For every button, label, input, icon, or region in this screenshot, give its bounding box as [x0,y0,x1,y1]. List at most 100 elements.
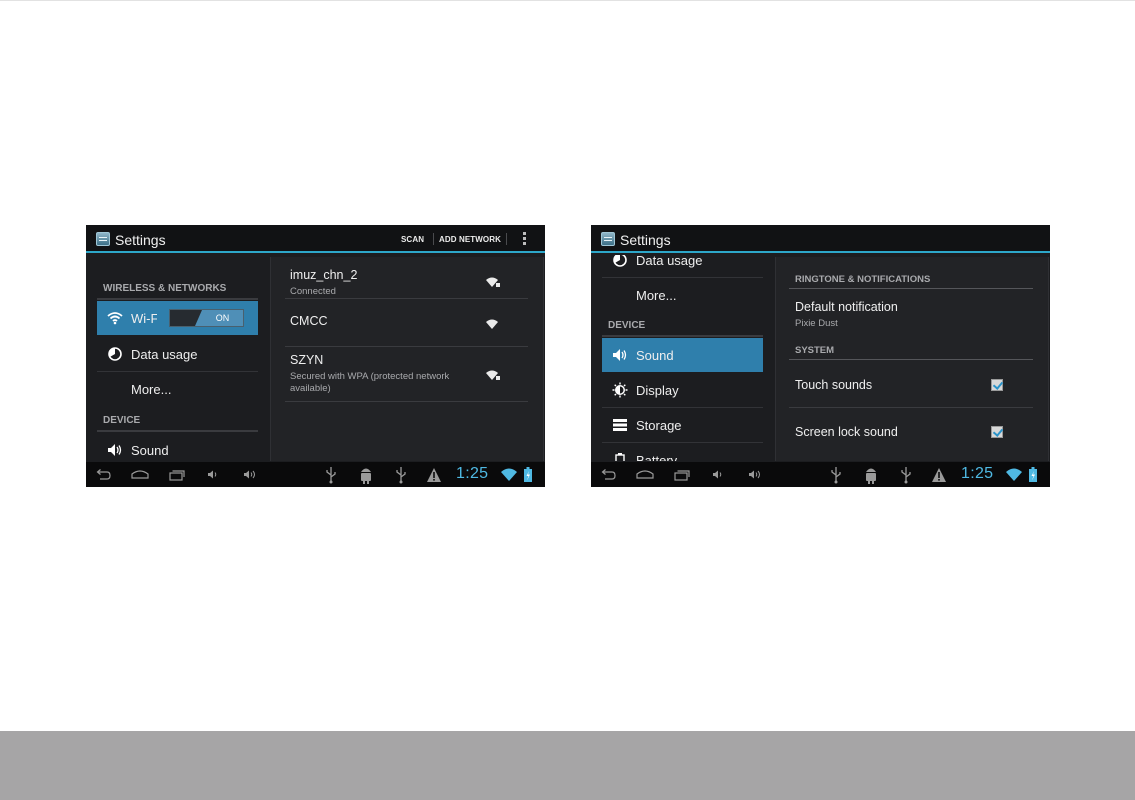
sidebar-item-sound[interactable]: Sound [602,338,763,372]
settings-app-icon[interactable] [96,232,110,246]
action-separator [433,233,434,245]
sidebar-item-label: Sound [131,443,169,458]
sidebar-item-storage[interactable]: Storage [602,408,763,442]
toggle-state-on: ON [195,310,243,326]
sidebar-item-battery[interactable]: Battery [602,443,763,461]
settings-categories: WIRELESS & NETWORKS Wi-Fi ON [97,255,258,461]
sidebar-item-label: More... [131,382,172,397]
brightness-icon [612,382,628,398]
wifi-icon [486,319,498,329]
wifi-network-list: imuz_chn_2 Connected CMCC SZYN Secured w… [270,257,544,461]
usb-icon [901,467,911,484]
screen-lock-sound-checkbox[interactable] [991,426,1003,438]
section-header-device: DEVICE [608,320,646,331]
sidebar-item-label: Storage [636,418,682,433]
back-icon[interactable] [599,462,617,487]
sidebar-item-data-usage[interactable]: Data usage [602,255,763,277]
section-header-ringtone: RINGTONE & NOTIFICATIONS [795,274,931,285]
section-header-device: DEVICE [103,415,141,426]
home-icon[interactable] [130,462,150,487]
sidebar-item-label: More... [636,288,677,303]
action-bar: Settings [591,225,1050,253]
back-icon[interactable] [94,462,112,487]
network-status: Connected [290,286,336,297]
clock: 1:25 [961,465,994,482]
android-debug-icon [361,468,371,484]
network-name: CMCC [290,314,328,328]
wifi-locked-icon [486,277,500,287]
settings-app-icon[interactable] [601,232,615,246]
settings-categories: Data usage More... DEVICE Sound Display … [602,255,763,461]
speaker-icon [108,444,122,456]
sidebar-item-label: Wi-Fi [131,311,157,326]
warning-icon [932,468,946,482]
wifi-status-icon [501,468,517,481]
app-title: Settings [115,232,166,248]
sound-preferences: RINGTONE & NOTIFICATIONS Default notific… [775,257,1049,461]
app-title: Settings [620,232,671,248]
recent-apps-icon[interactable] [168,462,186,487]
section-header-system: SYSTEM [795,345,835,356]
home-icon[interactable] [635,462,655,487]
pref-title: Touch sounds [795,378,873,392]
action-bar: Settings SCAN ADD NETWORK [86,225,545,253]
pref-title: Default notification [795,300,898,314]
volume-down-icon[interactable] [206,462,220,487]
section-rule [97,430,258,432]
system-bar: 1:25 [86,462,545,487]
sidebar-item-label: Sound [636,348,674,363]
network-item[interactable]: SZYN Secured with WPA (protected network… [285,347,528,402]
pref-touch-sounds[interactable]: Touch sounds [776,360,1048,407]
section-header-wireless: WIRELESS & NETWORKS [103,283,227,294]
top-rule [0,0,1135,1]
sidebar-item-wifi[interactable]: Wi-Fi ON [97,301,258,335]
usb-icon [831,467,841,484]
usb-icon [326,467,336,484]
storage-icon [613,419,627,431]
divider [285,401,528,402]
volume-down-icon[interactable] [711,462,725,487]
data-usage-icon [613,255,627,267]
wifi-icon [107,312,123,325]
battery-icon [524,467,532,482]
sidebar-item-more[interactable]: More... [602,278,763,312]
sidebar-item-sound[interactable]: Sound [97,433,258,461]
network-item[interactable]: imuz_chn_2 Connected [285,257,528,299]
overflow-menu-icon[interactable] [523,232,527,247]
network-name: imuz_chn_2 [290,268,358,282]
system-bar: 1:25 [591,462,1050,487]
add-network-button[interactable]: ADD NETWORK [439,235,501,244]
action-separator [506,233,507,245]
usb-icon [396,467,406,484]
wifi-settings-screen: Settings SCAN ADD NETWORK WIRELESS & NET… [86,225,545,487]
wifi-toggle[interactable]: ON [169,309,244,327]
scan-button[interactable]: SCAN [401,235,424,244]
volume-up-icon[interactable] [242,462,258,487]
clock: 1:25 [456,465,489,482]
sidebar-item-label: Data usage [636,255,703,268]
battery-icon [615,453,625,461]
sidebar-item-data-usage[interactable]: Data usage [97,337,258,371]
section-rule [97,298,258,300]
volume-up-icon[interactable] [747,462,763,487]
pref-title: Screen lock sound [795,425,898,439]
network-item[interactable]: CMCC [285,299,528,347]
wifi-locked-icon [486,370,500,380]
warning-icon [427,468,441,482]
pref-default-notification[interactable]: Default notification Pixie Dust [776,289,1048,333]
speaker-icon [613,349,627,361]
pref-screen-lock-sound[interactable]: Screen lock sound [776,408,1048,455]
recent-apps-icon[interactable] [673,462,691,487]
sidebar-item-display[interactable]: Display [602,373,763,407]
touch-sounds-checkbox[interactable] [991,379,1003,391]
sidebar-item-more[interactable]: More... [97,372,258,406]
android-debug-icon [866,468,876,484]
manual-page: Settings SCAN ADD NETWORK WIRELESS & NET… [0,0,1135,800]
battery-icon [1029,467,1037,482]
sidebar-item-label: Data usage [131,347,198,362]
sidebar-item-label: Display [636,383,679,398]
data-usage-icon [108,347,122,361]
section-rule [602,335,763,337]
sidebar-item-label: Battery [636,453,678,461]
wifi-status-icon [1006,468,1022,481]
